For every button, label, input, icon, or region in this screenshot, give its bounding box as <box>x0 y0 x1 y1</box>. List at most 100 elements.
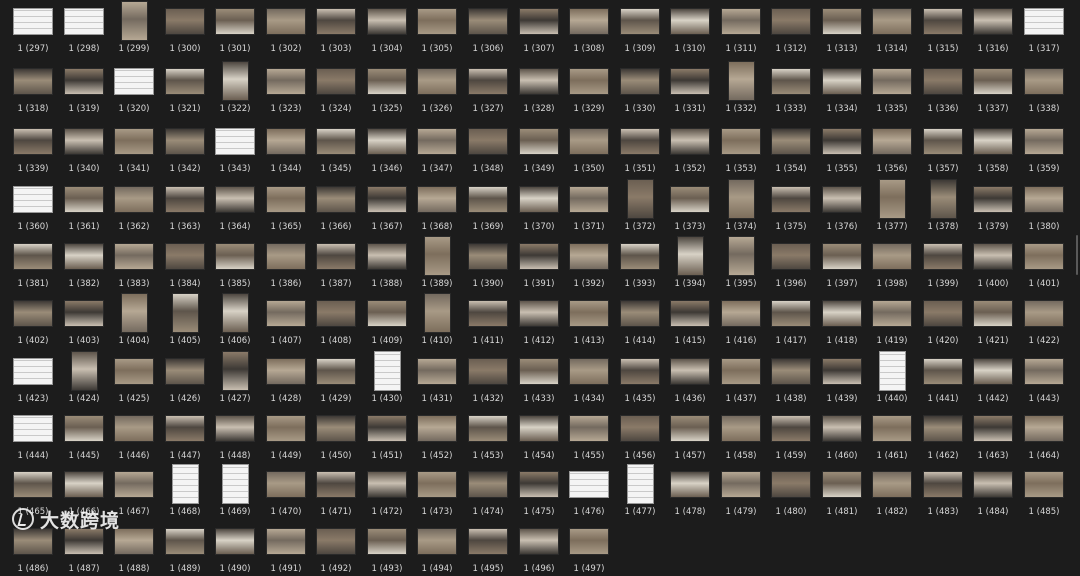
file-item[interactable]: 1 (366) <box>311 178 361 234</box>
file-item[interactable]: 1 (464) <box>1019 407 1069 463</box>
file-item[interactable]: 1 (426) <box>160 350 210 406</box>
file-item[interactable]: 1 (432) <box>463 350 513 406</box>
file-item[interactable]: 1 (328) <box>514 60 564 116</box>
file-item[interactable]: 1 (470) <box>261 463 311 519</box>
file-item[interactable]: 1 (405) <box>160 292 210 348</box>
file-item[interactable]: 1 (482) <box>867 463 917 519</box>
file-item[interactable]: 1 (416) <box>716 292 766 348</box>
file-item[interactable]: 1 (345) <box>311 120 361 176</box>
file-item[interactable]: 1 (323) <box>261 60 311 116</box>
file-item[interactable]: 1 (316) <box>968 0 1018 56</box>
file-item[interactable]: 1 (409) <box>362 292 412 348</box>
file-item[interactable]: 1 (336) <box>918 60 968 116</box>
file-item[interactable]: 1 (383) <box>109 235 159 291</box>
file-item[interactable]: 1 (454) <box>514 407 564 463</box>
file-item[interactable]: 1 (404) <box>109 292 159 348</box>
file-item[interactable]: 1 (437) <box>716 350 766 406</box>
file-item[interactable]: 1 (374) <box>716 178 766 234</box>
file-item[interactable]: 1 (403) <box>59 292 109 348</box>
file-item[interactable]: 1 (301) <box>210 0 260 56</box>
file-item[interactable]: 1 (425) <box>109 350 159 406</box>
file-item[interactable]: 1 (376) <box>817 178 867 234</box>
file-item[interactable]: 1 (494) <box>412 520 462 576</box>
file-item[interactable]: 1 (436) <box>665 350 715 406</box>
file-item[interactable]: 1 (468) <box>160 463 210 519</box>
file-item[interactable]: 1 (491) <box>261 520 311 576</box>
file-item[interactable]: 1 (392) <box>564 235 614 291</box>
file-item[interactable]: 1 (434) <box>564 350 614 406</box>
file-item[interactable]: 1 (408) <box>311 292 361 348</box>
file-item[interactable]: 1 (456) <box>615 407 665 463</box>
file-item[interactable]: 1 (302) <box>261 0 311 56</box>
file-item[interactable]: 1 (346) <box>362 120 412 176</box>
file-item[interactable]: 1 (369) <box>463 178 513 234</box>
file-item[interactable]: 1 (472) <box>362 463 412 519</box>
file-item[interactable]: 1 (379) <box>968 178 1018 234</box>
file-item[interactable]: 1 (475) <box>514 463 564 519</box>
file-item[interactable]: 1 (389) <box>412 235 462 291</box>
file-item[interactable]: 1 (396) <box>766 235 816 291</box>
file-item[interactable]: 1 (311) <box>716 0 766 56</box>
file-item[interactable]: 1 (471) <box>311 463 361 519</box>
file-item[interactable]: 1 (382) <box>59 235 109 291</box>
file-item[interactable]: 1 (460) <box>817 407 867 463</box>
file-item[interactable]: 1 (353) <box>716 120 766 176</box>
file-item[interactable]: 1 (462) <box>918 407 968 463</box>
file-item[interactable]: 1 (384) <box>160 235 210 291</box>
file-item[interactable]: 1 (473) <box>412 463 462 519</box>
file-item[interactable]: 1 (419) <box>867 292 917 348</box>
file-item[interactable]: 1 (438) <box>766 350 816 406</box>
file-item[interactable]: 1 (387) <box>311 235 361 291</box>
file-item[interactable]: 1 (480) <box>766 463 816 519</box>
file-item[interactable]: 1 (439) <box>817 350 867 406</box>
file-item[interactable]: 1 (317) <box>1019 0 1069 56</box>
file-item[interactable]: 1 (344) <box>261 120 311 176</box>
file-item[interactable]: 1 (332) <box>716 60 766 116</box>
file-item[interactable]: 1 (305) <box>412 0 462 56</box>
file-item[interactable]: 1 (453) <box>463 407 513 463</box>
file-item[interactable]: 1 (448) <box>210 407 260 463</box>
file-item[interactable]: 1 (327) <box>463 60 513 116</box>
file-item[interactable]: 1 (484) <box>968 463 1018 519</box>
file-item[interactable]: 1 (435) <box>615 350 665 406</box>
file-item[interactable]: 1 (397) <box>817 235 867 291</box>
file-item[interactable]: 1 (320) <box>109 60 159 116</box>
file-item[interactable]: 1 (477) <box>615 463 665 519</box>
file-item[interactable]: 1 (395) <box>716 235 766 291</box>
file-item[interactable]: 1 (385) <box>210 235 260 291</box>
scrollbar[interactable] <box>1076 235 1078 275</box>
file-item[interactable]: 1 (445) <box>59 407 109 463</box>
file-item[interactable]: 1 (401) <box>1019 235 1069 291</box>
file-item[interactable]: 1 (391) <box>514 235 564 291</box>
file-item[interactable]: 1 (442) <box>968 350 1018 406</box>
file-item[interactable]: 1 (476) <box>564 463 614 519</box>
file-item[interactable]: 1 (318) <box>8 60 58 116</box>
file-item[interactable]: 1 (380) <box>1019 178 1069 234</box>
file-item[interactable]: 1 (338) <box>1019 60 1069 116</box>
file-item[interactable]: 1 (393) <box>615 235 665 291</box>
file-item[interactable]: 1 (307) <box>514 0 564 56</box>
file-item[interactable]: 1 (308) <box>564 0 614 56</box>
file-item[interactable]: 1 (390) <box>463 235 513 291</box>
file-item[interactable]: 1 (474) <box>463 463 513 519</box>
file-item[interactable]: 1 (429) <box>311 350 361 406</box>
file-item[interactable]: 1 (297) <box>8 0 58 56</box>
file-item[interactable]: 1 (455) <box>564 407 614 463</box>
file-item[interactable]: 1 (458) <box>716 407 766 463</box>
file-item[interactable]: 1 (362) <box>109 178 159 234</box>
file-item[interactable]: 1 (358) <box>968 120 1018 176</box>
file-item[interactable]: 1 (415) <box>665 292 715 348</box>
file-item[interactable]: 1 (360) <box>8 178 58 234</box>
file-item[interactable]: 1 (371) <box>564 178 614 234</box>
file-item[interactable]: 1 (492) <box>311 520 361 576</box>
file-item[interactable]: 1 (312) <box>766 0 816 56</box>
file-item[interactable]: 1 (372) <box>615 178 665 234</box>
file-item[interactable]: 1 (342) <box>160 120 210 176</box>
file-item[interactable]: 1 (326) <box>412 60 462 116</box>
file-item[interactable]: 1 (489) <box>160 520 210 576</box>
file-item[interactable]: 1 (449) <box>261 407 311 463</box>
file-item[interactable]: 1 (363) <box>160 178 210 234</box>
file-item[interactable]: 1 (314) <box>867 0 917 56</box>
file-item[interactable]: 1 (334) <box>817 60 867 116</box>
file-item[interactable]: 1 (333) <box>766 60 816 116</box>
